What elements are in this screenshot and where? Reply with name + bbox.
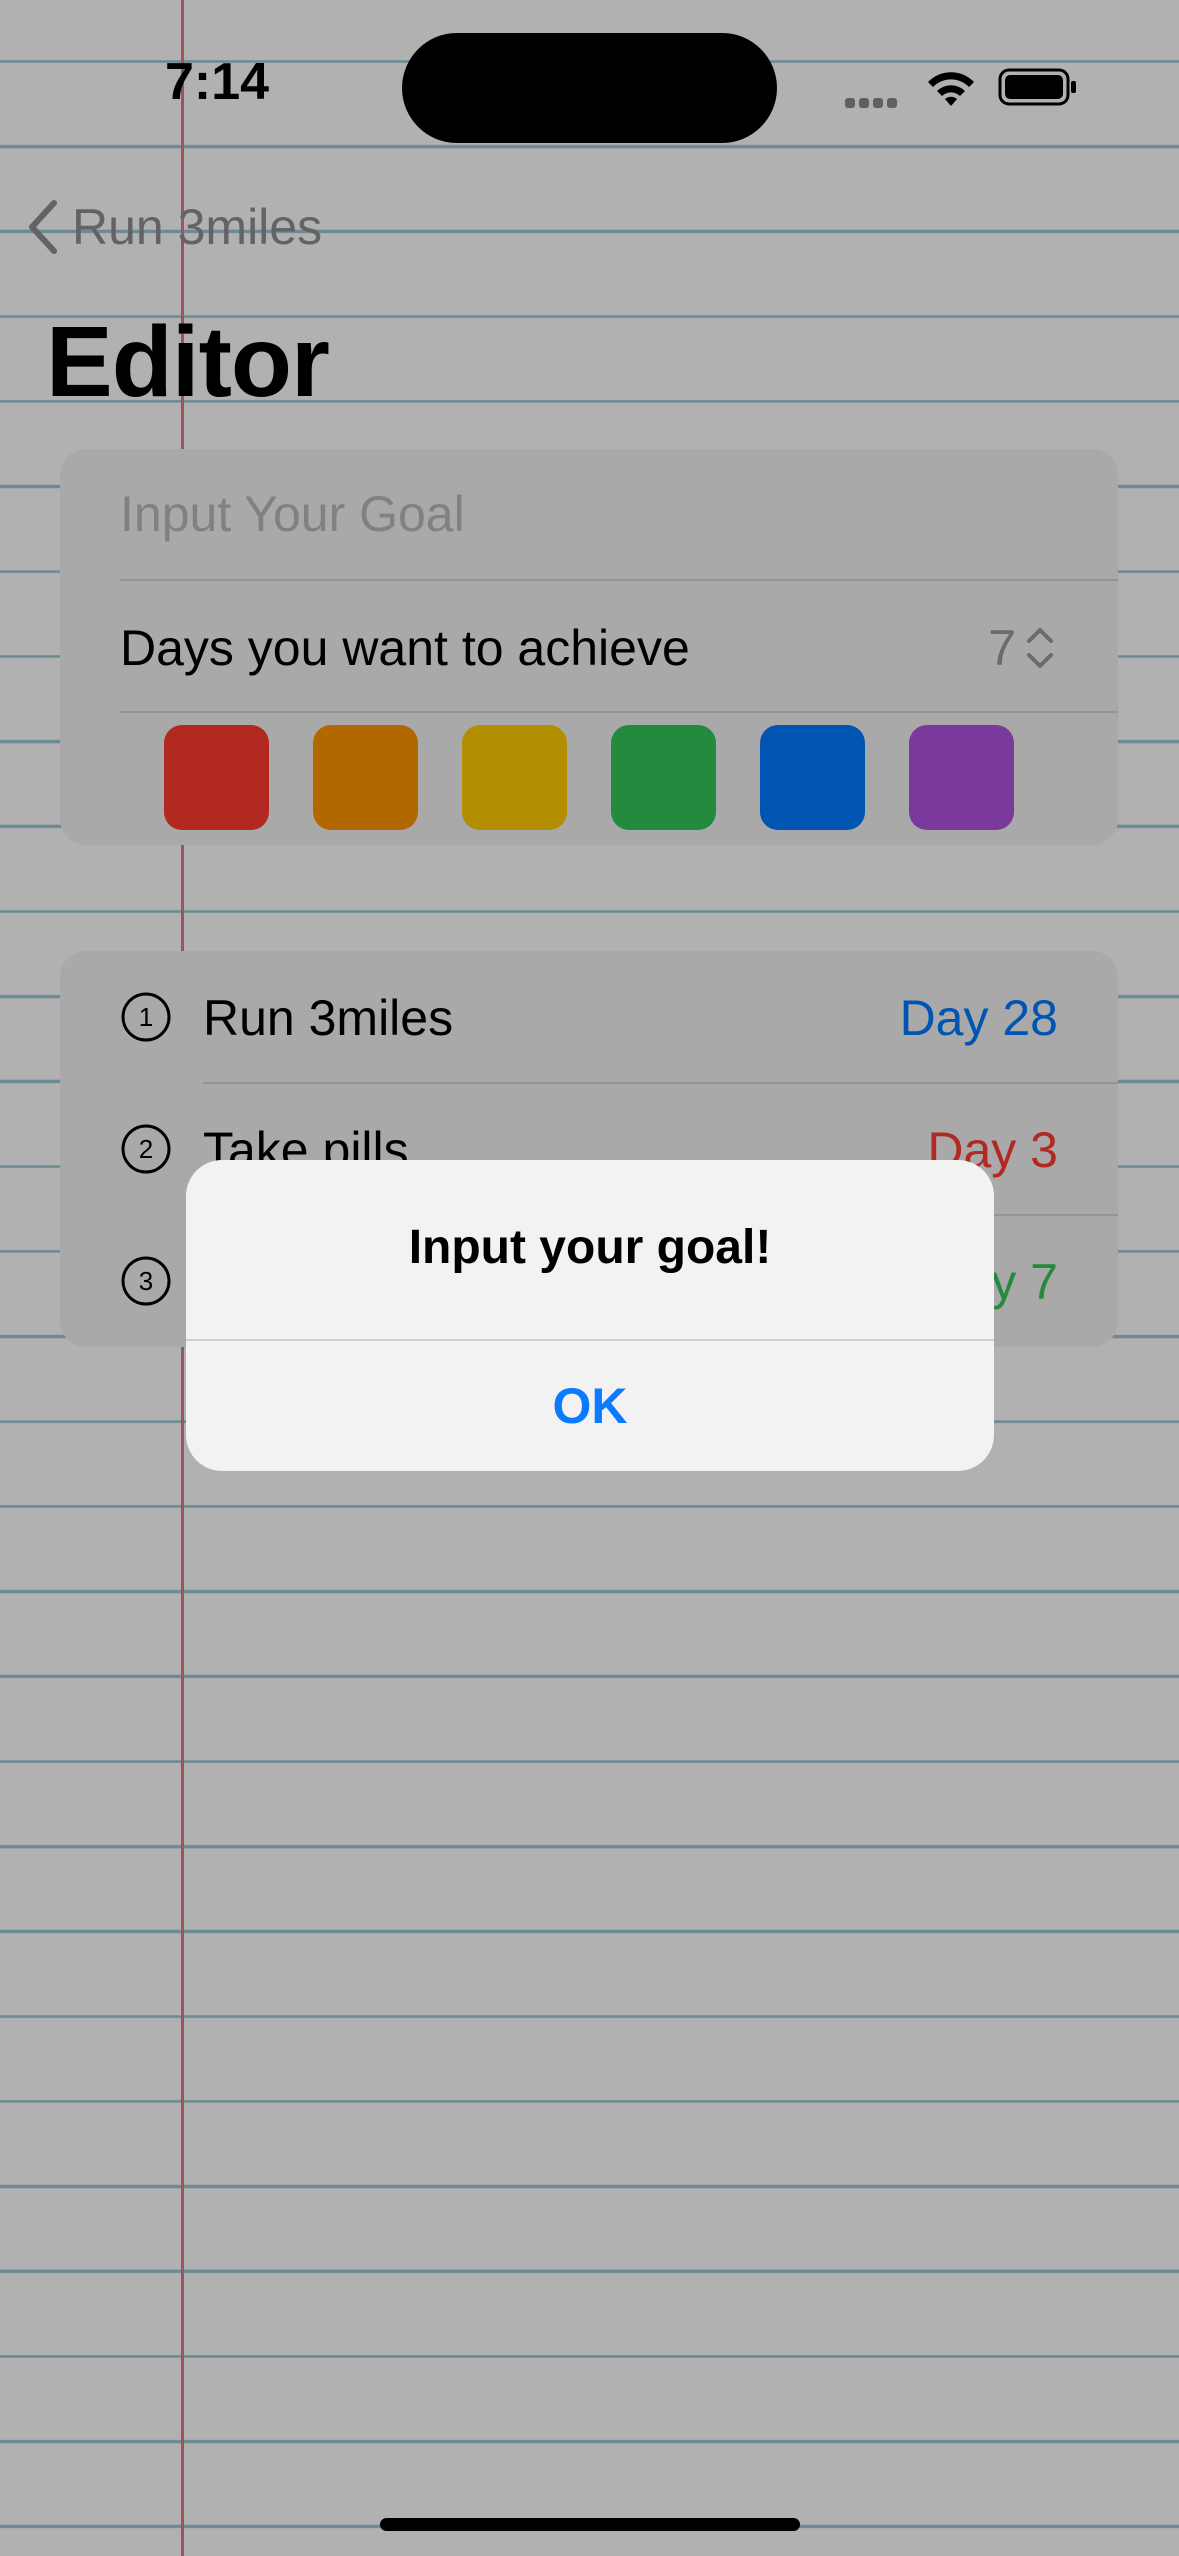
ok-button[interactable]: OK (186, 1341, 994, 1471)
alert-title: Input your goal! (408, 1221, 772, 1274)
home-indicator[interactable] (380, 2518, 800, 2531)
alert-dialog: Input your goal! OK (186, 1160, 994, 1471)
